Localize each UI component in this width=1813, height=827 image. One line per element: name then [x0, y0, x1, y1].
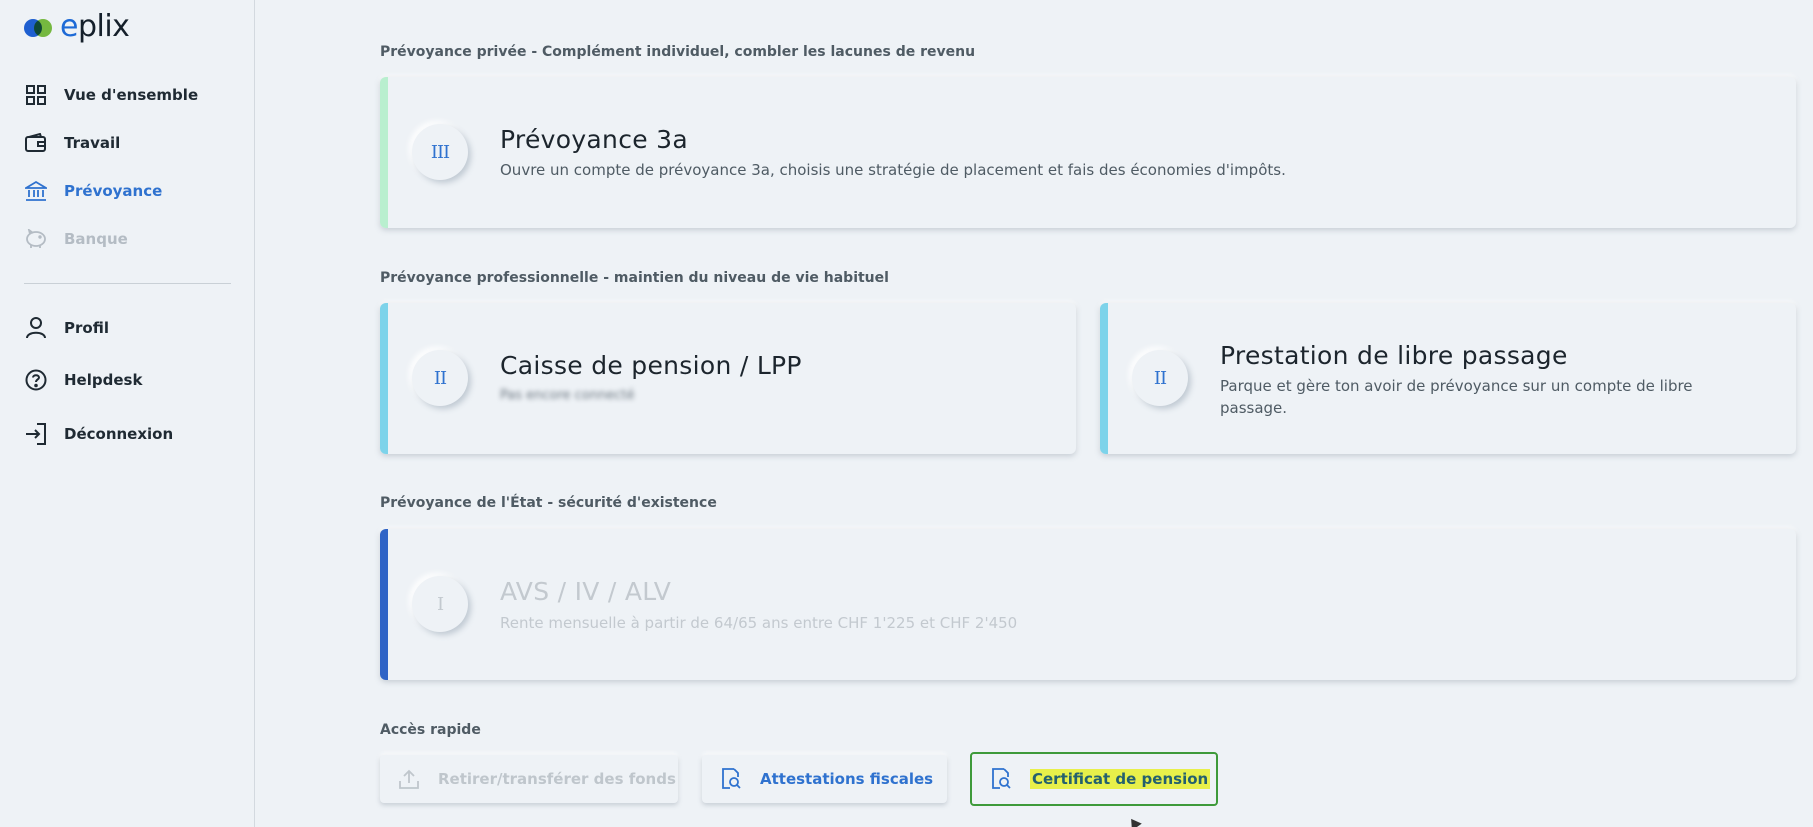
sidebar-item-label: Prévoyance — [64, 182, 163, 200]
card-description: Ouvre un compte de prévoyance 3a, choisi… — [500, 161, 1286, 179]
card-avs-iv-alv: I AVS / IV / ALV Rente mensuelle à parti… — [380, 529, 1796, 680]
withdraw-transfer-funds-button[interactable]: Retirer/transférer des fonds — [380, 755, 678, 803]
piggy-bank-icon — [24, 227, 48, 251]
pension-certificate-button[interactable]: Certificat de pension — [970, 752, 1218, 806]
sidebar-item-label: Helpdesk — [64, 371, 143, 389]
pillar-two-icon: II — [412, 350, 468, 406]
card-title: Prévoyance 3a — [500, 125, 688, 154]
card-vested-benefits[interactable]: II Prestation de libre passage Parque et… — [1100, 303, 1796, 454]
sidebar: eplix Vue d'ensemble Travail Prévoyance … — [0, 0, 255, 827]
card-accent — [380, 77, 388, 228]
user-icon — [24, 316, 48, 340]
sidebar-item-overview[interactable]: Vue d'ensemble — [24, 80, 234, 110]
logo-wordmark: plix — [77, 9, 130, 44]
card-accent — [380, 303, 388, 454]
sidebar-item-logout[interactable]: Déconnexion — [24, 419, 234, 449]
sidebar-item-label: Travail — [64, 134, 121, 152]
sidebar-item-label: Déconnexion — [64, 425, 174, 443]
upload-icon — [398, 768, 420, 790]
card-accent — [380, 529, 388, 680]
card-title: AVS / IV / ALV — [500, 577, 672, 606]
sidebar-item-label: Banque — [64, 230, 128, 248]
eplix-logo[interactable]: eplix — [24, 9, 130, 44]
card-description: Parque et gère ton avoir de prévoyance s… — [1220, 377, 1693, 417]
document-search-icon — [720, 768, 742, 790]
mouse-cursor-icon — [1126, 815, 1142, 827]
section-label-quick-access: Accès rapide — [380, 722, 481, 738]
sidebar-item-work[interactable]: Travail — [24, 128, 234, 158]
document-search-icon — [990, 768, 1012, 790]
sidebar-divider — [24, 283, 231, 284]
bank-icon — [24, 179, 48, 203]
card-description-redacted: Pas encore connecté — [500, 388, 635, 403]
sidebar-item-prevoyance[interactable]: Prévoyance — [24, 176, 234, 206]
wallet-icon — [24, 131, 48, 155]
pillar-two-icon: II — [1132, 350, 1188, 406]
help-icon — [24, 368, 48, 392]
grid-icon — [24, 83, 48, 107]
section-label-professional: Prévoyance professionnelle - maintien du… — [380, 270, 889, 286]
card-title: Caisse de pension / LPP — [500, 351, 802, 380]
section-label-private: Prévoyance privée - Complément individue… — [380, 44, 976, 60]
logo-mark-icon — [24, 14, 54, 40]
card-title: Prestation de libre passage — [1220, 341, 1568, 370]
logo-e: e — [60, 9, 78, 44]
pillar-three-icon: III — [412, 124, 468, 180]
button-label: Attestations fiscales — [760, 770, 934, 788]
sidebar-item-helpdesk[interactable]: Helpdesk — [24, 365, 234, 395]
card-description: Rente mensuelle à partir de 64/65 ans en… — [500, 614, 1018, 632]
section-label-state: Prévoyance de l'État - sécurité d'existe… — [380, 495, 717, 511]
sidebar-item-label: Vue d'ensemble — [64, 86, 199, 104]
button-label: Retirer/transférer des fonds — [438, 770, 676, 788]
sidebar-item-profile[interactable]: Profil — [24, 313, 234, 343]
tax-certificates-button[interactable]: Attestations fiscales — [702, 755, 947, 803]
card-accent — [1100, 303, 1108, 454]
sidebar-item-label: Profil — [64, 319, 109, 337]
pillar-one-icon: I — [412, 576, 468, 632]
card-pension-fund-lpp[interactable]: II Caisse de pension / LPP Pas encore co… — [380, 303, 1076, 454]
logout-icon — [24, 422, 48, 446]
sidebar-item-bank[interactable]: Banque — [24, 224, 234, 254]
button-label: Certificat de pension — [1030, 769, 1211, 789]
card-pillar-3a[interactable]: III Prévoyance 3a Ouvre un compte de pré… — [380, 77, 1796, 228]
